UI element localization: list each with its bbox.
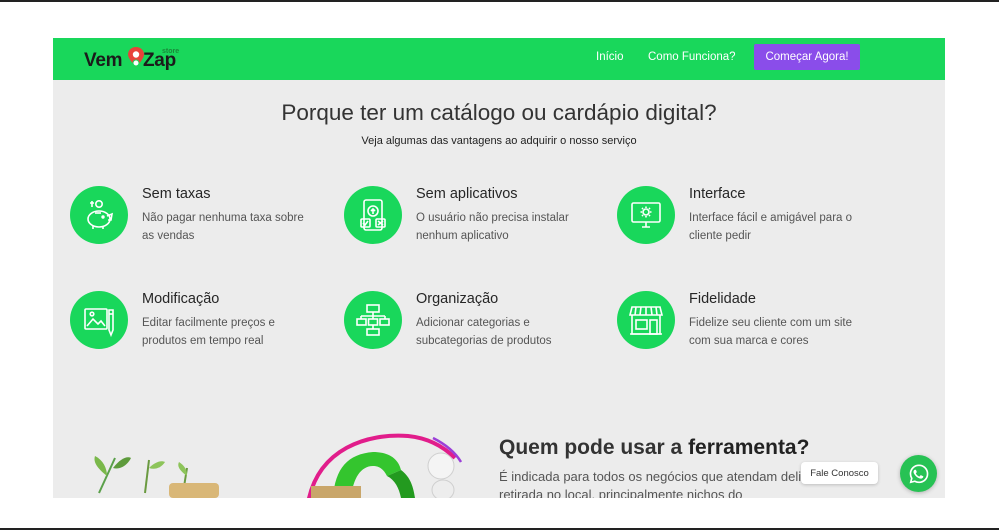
feature-desc: Não pagar nenhuma taxa sobre as vendas	[142, 212, 304, 242]
nav-link-inicio[interactable]: Início	[596, 51, 624, 63]
feature-title: Modificação	[142, 291, 220, 307]
who-can-use-title: Quem pode usar a ferramenta?	[499, 436, 809, 460]
section-subtitle: Veja algumas das vantagens ao adquirir o…	[361, 135, 637, 147]
feature-desc: Editar facilmente preços e produtos em t…	[142, 317, 275, 347]
feature-title: Fidelidade	[689, 291, 756, 307]
logo-text-vem: Vem	[84, 50, 123, 71]
piggy-bank-icon	[70, 186, 128, 244]
who-title-prefix: Quem pode usar a	[499, 436, 689, 459]
logo-text-small: store	[162, 48, 180, 55]
whatsapp-button[interactable]	[900, 455, 937, 492]
logo[interactable]: Vem Zap store	[84, 45, 194, 73]
storefront-icon	[617, 291, 675, 349]
feature-desc: Fidelize seu cliente com um site com sua…	[689, 317, 852, 347]
who-title-bold: ferramenta?	[688, 436, 810, 459]
nav-link-como-funciona[interactable]: Como Funciona?	[648, 51, 736, 63]
navbar: Vem Zap store Início Como Funciona? Come…	[53, 38, 945, 80]
page: Vem Zap store Início Como Funciona? Come…	[53, 38, 945, 498]
monitor-gear-icon	[617, 186, 675, 244]
feature-desc: Adicionar categorias e subcategorias de …	[416, 317, 552, 347]
feature-sem-taxas: Sem taxas Não pagar nenhuma taxa sobre a…	[70, 186, 320, 250]
feature-title: Organização	[416, 291, 499, 307]
feature-title: Sem taxas	[142, 186, 211, 202]
section-title: Porque ter um catálogo ou cardápio digit…	[281, 100, 717, 125]
feature-organizacao: Organização Adicionar categorias e subca…	[344, 291, 594, 355]
feature-title: Sem aplicativos	[416, 186, 518, 202]
whatsapp-icon	[909, 463, 928, 483]
feature-sem-aplicativos: Sem aplicativos O usuário não precisa in…	[344, 186, 594, 250]
feature-interface: Interface Interface fácil e amigável par…	[617, 186, 867, 250]
feature-desc: O usuário não precisa instalar nenhum ap…	[416, 212, 569, 242]
feature-title: Interface	[689, 186, 746, 202]
feature-fidelidade: Fidelidade Fidelize seu cliente com um s…	[617, 291, 867, 355]
feature-desc: Interface fácil e amigável para o client…	[689, 212, 853, 242]
feature-modificacao: Modificação Editar facilmente preços e p…	[70, 291, 320, 355]
comecar-agora-button[interactable]: Começar Agora!	[754, 44, 860, 70]
hero-illustration	[94, 433, 463, 498]
mobile-apps-icon	[344, 186, 402, 244]
fale-conosco-label[interactable]: Fale Conosco	[801, 462, 878, 484]
image-edit-icon	[70, 291, 128, 349]
frame-top-border	[0, 0, 999, 2]
flowchart-icon	[344, 291, 402, 349]
